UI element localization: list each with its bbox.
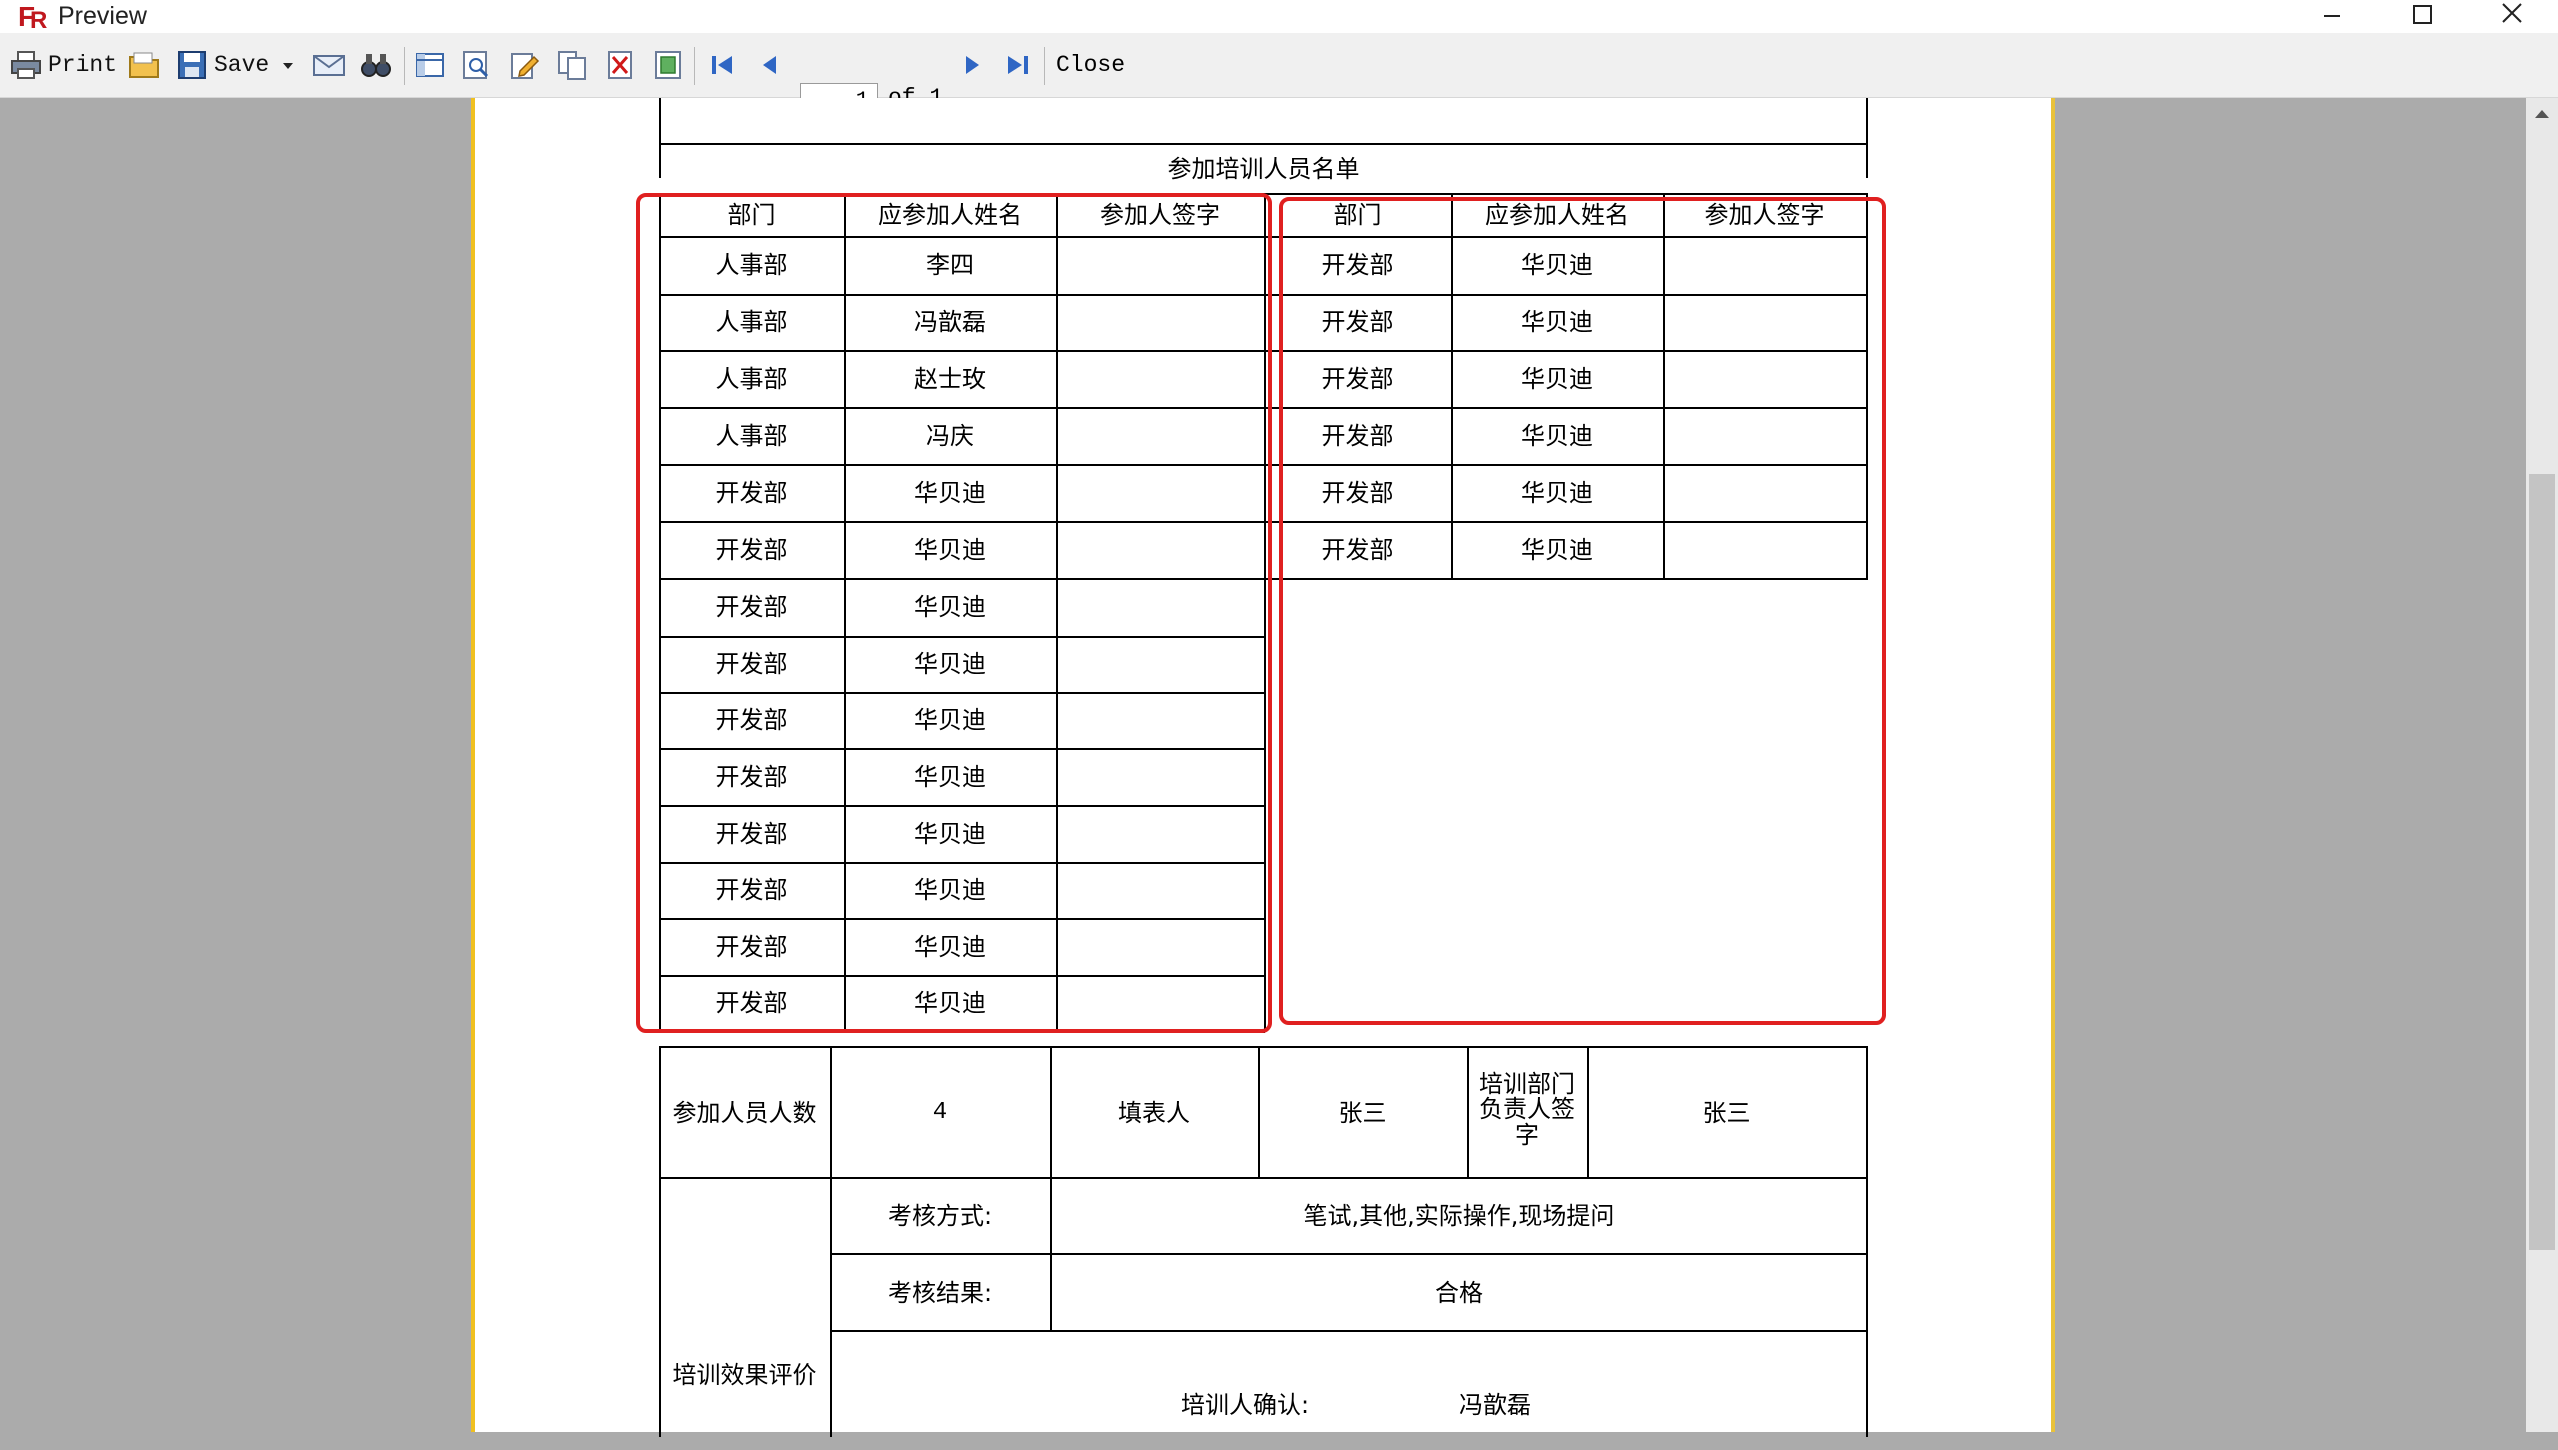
- zoom-page-icon: [460, 49, 492, 81]
- next-page-icon: [960, 49, 984, 81]
- scrollbar-thumb[interactable]: [2529, 474, 2555, 1250]
- right-column-highlight-box: [1279, 197, 1886, 1025]
- assessment-result-label: 考核结果:: [887, 1278, 993, 1307]
- assessment-method-value: 笔试,其他,实际操作,现场提问: [1303, 1202, 1615, 1230]
- binoculars-icon: [360, 49, 392, 81]
- participant-count-value: 4: [932, 1098, 948, 1126]
- report-page: 参加培训人员名单 部门 应参加人姓名 参加人签字 人事部 李四 人事部 冯歆磊 人事部 赵士玫 人事…: [471, 98, 2055, 1437]
- save-label: Save: [214, 52, 270, 78]
- last-page-button[interactable]: [1004, 33, 1032, 97]
- evaluation-right-rule: [1866, 1177, 1868, 1437]
- window-title: Preview: [58, 2, 147, 30]
- find-button[interactable]: [360, 33, 392, 97]
- trainee-confirm-value: 冯歆磊: [1459, 1391, 1531, 1419]
- maximize-button[interactable]: [2376, 0, 2466, 33]
- open-button[interactable]: [128, 33, 160, 97]
- left-column-highlight-box: [636, 193, 1272, 1033]
- window-close-button[interactable]: [2466, 0, 2556, 33]
- previous-page-button[interactable]: [758, 33, 782, 97]
- last-page-icon: [1004, 49, 1032, 81]
- copy-page-icon: [556, 49, 588, 81]
- page-setup-button[interactable]: [652, 33, 684, 97]
- scroll-up-arrow-icon[interactable]: [2526, 98, 2558, 130]
- list-title: 参加培训人员名单: [1167, 155, 1360, 183]
- form-filler-value: 张三: [1338, 1098, 1387, 1127]
- toolbar-separator: [694, 47, 695, 85]
- edit-pencil-icon: [508, 49, 540, 81]
- first-page-icon: [708, 49, 736, 81]
- copy-page-button[interactable]: [556, 33, 588, 97]
- fastreport-logo-icon: F R: [16, 0, 56, 34]
- toolbar-separator: [404, 47, 405, 85]
- page-setup-icon: [652, 49, 684, 81]
- next-page-button[interactable]: [960, 33, 984, 97]
- summary-column-rule: [1467, 1046, 1469, 1179]
- folder-icon: [128, 49, 160, 81]
- svg-text:R: R: [30, 7, 47, 33]
- minimize-button[interactable]: [2286, 0, 2376, 33]
- preview-toolbar: Print Save: [0, 33, 2558, 119]
- printer-icon: [10, 49, 42, 81]
- delete-page-icon: [604, 49, 636, 81]
- window-title-bar: F R Preview: [0, 0, 2558, 34]
- close-preview-button[interactable]: Close: [1056, 33, 1125, 97]
- dept-head-signature-label: 培训部门负责人签字: [1479, 1070, 1575, 1149]
- delete-page-button[interactable]: [604, 33, 636, 97]
- email-button[interactable]: [312, 33, 346, 97]
- dept-head-signature-value: 张三: [1702, 1098, 1751, 1127]
- save-button[interactable]: Save: [176, 33, 269, 97]
- outline-panel-icon: [414, 49, 446, 81]
- assessment-result-value: 合格: [1435, 1278, 1483, 1307]
- edit-button[interactable]: [508, 33, 540, 97]
- first-page-button[interactable]: [708, 33, 736, 97]
- training-evaluation-label: 培训效果评价: [672, 1361, 817, 1389]
- save-dropdown-button[interactable]: [280, 33, 296, 97]
- zoom-button[interactable]: [460, 33, 492, 97]
- evaluation-row-rule: [830, 1330, 1868, 1332]
- form-filler-label: 填表人: [1118, 1098, 1190, 1127]
- assessment-method-label: 考核方式:: [887, 1202, 993, 1230]
- summary-column-rule: [1866, 1046, 1868, 1179]
- outline-button[interactable]: [414, 33, 446, 97]
- participant-count-label: 参加人员人数: [672, 1098, 817, 1127]
- trainee-confirm-label: 培训人确认:: [1180, 1391, 1310, 1419]
- print-button[interactable]: Print: [10, 33, 117, 97]
- toolbar-separator: [1044, 47, 1045, 85]
- envelope-icon: [312, 49, 346, 81]
- previous-page-icon: [758, 49, 782, 81]
- floppy-disk-icon: [176, 49, 208, 81]
- chevron-down-icon: [280, 49, 296, 81]
- print-label: Print: [48, 52, 118, 78]
